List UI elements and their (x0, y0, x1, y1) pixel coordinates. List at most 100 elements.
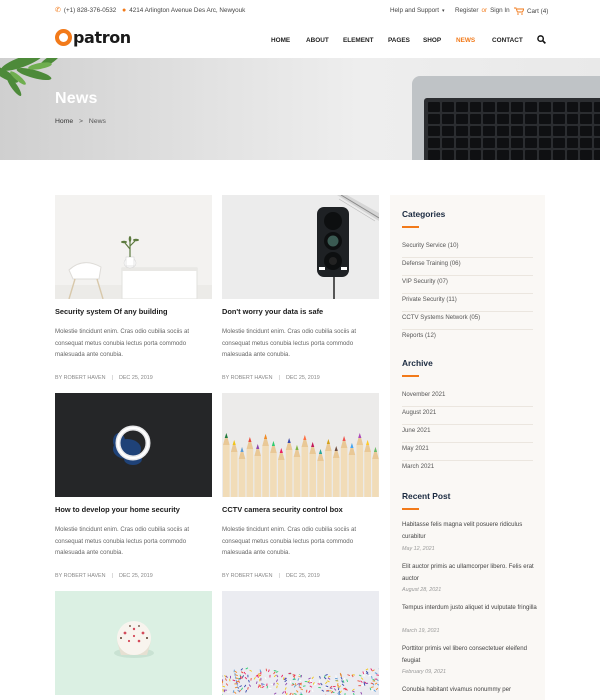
sprinkle (247, 674, 249, 678)
pencil-body (356, 445, 364, 497)
nav-about[interactable]: ABOUT (306, 37, 329, 44)
pencil-body (364, 452, 371, 497)
post-author[interactable]: BY ROBERT HAVEN (222, 573, 273, 579)
keyboard-key (441, 114, 454, 124)
archive-link[interactable]: August 2021 (402, 407, 533, 425)
archive-link[interactable]: November 2021 (402, 389, 533, 407)
keyboard-key (524, 102, 537, 112)
post-image-traffic-light[interactable] (222, 195, 379, 299)
nav-pages[interactable]: PAGES (388, 37, 410, 44)
post-title[interactable]: How to develop your home security (55, 505, 180, 514)
keyboard-key (580, 114, 593, 124)
blog-post-card[interactable]: CCTV camera security control box Molesti… (222, 393, 379, 579)
nav-shop[interactable]: SHOP (423, 37, 441, 44)
keyboard-key (552, 102, 565, 112)
keyboard-key (524, 126, 537, 136)
help-support-label: Help and Support (390, 7, 440, 14)
pencil-body (325, 451, 332, 497)
keyboard-key (594, 114, 600, 124)
recent-post-title[interactable]: Elit auctor primis ac ullamcorper libero… (402, 561, 537, 585)
keyboard-key (566, 126, 579, 136)
sprinkle (328, 690, 332, 692)
keyboard-key (441, 126, 454, 136)
category-link[interactable]: VIP Security (07) (402, 276, 533, 294)
main-navbar: patron HOME ABOUT ELEMENT PAGES SHOP NEW… (0, 22, 600, 58)
recent-post-title[interactable]: Conubia habitant vivamus nonummy per (402, 684, 537, 696)
keyboard-key (552, 150, 565, 160)
pencil-body (301, 447, 309, 497)
keyboard-key (428, 126, 440, 136)
post-meta: BY ROBERT HAVEN | DEC 25, 2019 (55, 375, 153, 381)
sprinkle (362, 675, 366, 677)
keyboard-key (538, 102, 551, 112)
category-link[interactable]: Private Security (11) (402, 294, 533, 312)
laptop-keyboard-image (412, 76, 600, 160)
recent-post-title[interactable]: Tempus interdum justo aliquet id vulputa… (402, 602, 537, 614)
keyboard-key (594, 150, 600, 160)
archive-link[interactable]: May 2021 (402, 443, 533, 461)
keyboard-key (511, 102, 523, 112)
post-title[interactable]: CCTV camera security control box (222, 505, 343, 514)
recent-post-date: May 12, 2021 (402, 546, 435, 552)
post-title[interactable]: Security system Of any building (55, 307, 168, 316)
breadcrumb-home[interactable]: Home (55, 118, 73, 125)
archive-link[interactable]: June 2021 (402, 425, 533, 443)
pencil-body (270, 453, 277, 497)
pencil-body (230, 452, 238, 497)
blog-post-card[interactable]: How to develop your home security Molest… (55, 393, 212, 579)
post-author[interactable]: BY ROBERT HAVEN (222, 375, 273, 381)
keyboard-key (428, 150, 440, 160)
sprinkle (241, 676, 243, 679)
post-author[interactable]: BY ROBERT HAVEN (55, 573, 106, 579)
category-link[interactable]: Security Service (10) (402, 240, 533, 258)
recent-post-title[interactable]: Porttitor primis vel libero consectetuer… (402, 643, 537, 667)
keyboard-key (483, 150, 496, 160)
post-image-sprinkles[interactable] (222, 591, 379, 695)
post-image-pencils[interactable] (222, 393, 379, 497)
blog-post-card[interactable]: Security system Of any building Molestie… (55, 195, 212, 381)
keyboard-key (594, 102, 600, 112)
post-date: DEC 25, 2019 (285, 375, 320, 381)
blog-post-card[interactable] (55, 591, 212, 695)
nav-element[interactable]: ELEMENT (343, 37, 374, 44)
sprinkle (358, 685, 361, 687)
pencil-body (348, 455, 356, 497)
keyboard-key (469, 114, 482, 124)
location-pin-icon: ● (122, 7, 127, 14)
register-link[interactable]: Register (455, 7, 478, 14)
post-author[interactable]: BY ROBERT HAVEN (55, 375, 106, 381)
keyboard-key (511, 126, 523, 136)
search-icon[interactable] (537, 35, 546, 44)
keyboard-key (552, 126, 565, 136)
nav-contact[interactable]: CONTACT (492, 37, 523, 44)
archive-link[interactable]: March 2021 (402, 461, 533, 479)
post-image-cupcake[interactable] (55, 591, 212, 695)
post-excerpt: Molestie tincidunt enim. Cras odio cubil… (222, 328, 357, 359)
category-link[interactable]: CCTV Systems Network (05) (402, 312, 533, 330)
post-image-chair[interactable] (55, 195, 212, 299)
category-link[interactable]: Reports (12) (402, 330, 533, 348)
nav-home[interactable]: HOME (271, 37, 290, 44)
post-title[interactable]: Don't worry your data is safe (222, 307, 323, 316)
keyboard-key (580, 138, 593, 148)
keyboard-key (455, 114, 468, 124)
address-text: 4214 Arlington Avenue Des Arc, Newyouk (129, 7, 246, 14)
blog-post-card[interactable] (222, 591, 379, 695)
blog-post-card[interactable]: Don't worry your data is safe Molestie t… (222, 195, 379, 381)
cart-link[interactable]: Cart (4) (514, 7, 548, 15)
keyboard-key (566, 150, 579, 160)
help-support-dropdown[interactable]: Help and Support ▾ (390, 7, 445, 14)
heading-underline (402, 226, 419, 228)
keyboard-key (538, 126, 551, 136)
nav-news[interactable]: NEWS (456, 37, 475, 44)
category-link[interactable]: Defense Training (06) (402, 258, 533, 276)
sprinkle (362, 682, 364, 685)
keyboard-key (524, 114, 537, 124)
meta-divider: | (278, 573, 280, 579)
signin-link[interactable]: Sign In (490, 7, 510, 14)
recent-post-title[interactable]: Habitasse felis magna velit posuere ridi… (402, 519, 537, 543)
phone-info[interactable]: ✆ (+1) 828-376-0532 (55, 7, 116, 14)
keyboard-key (469, 126, 482, 136)
keyboard-key (469, 102, 482, 112)
post-image-smoke-ring[interactable] (55, 393, 212, 497)
